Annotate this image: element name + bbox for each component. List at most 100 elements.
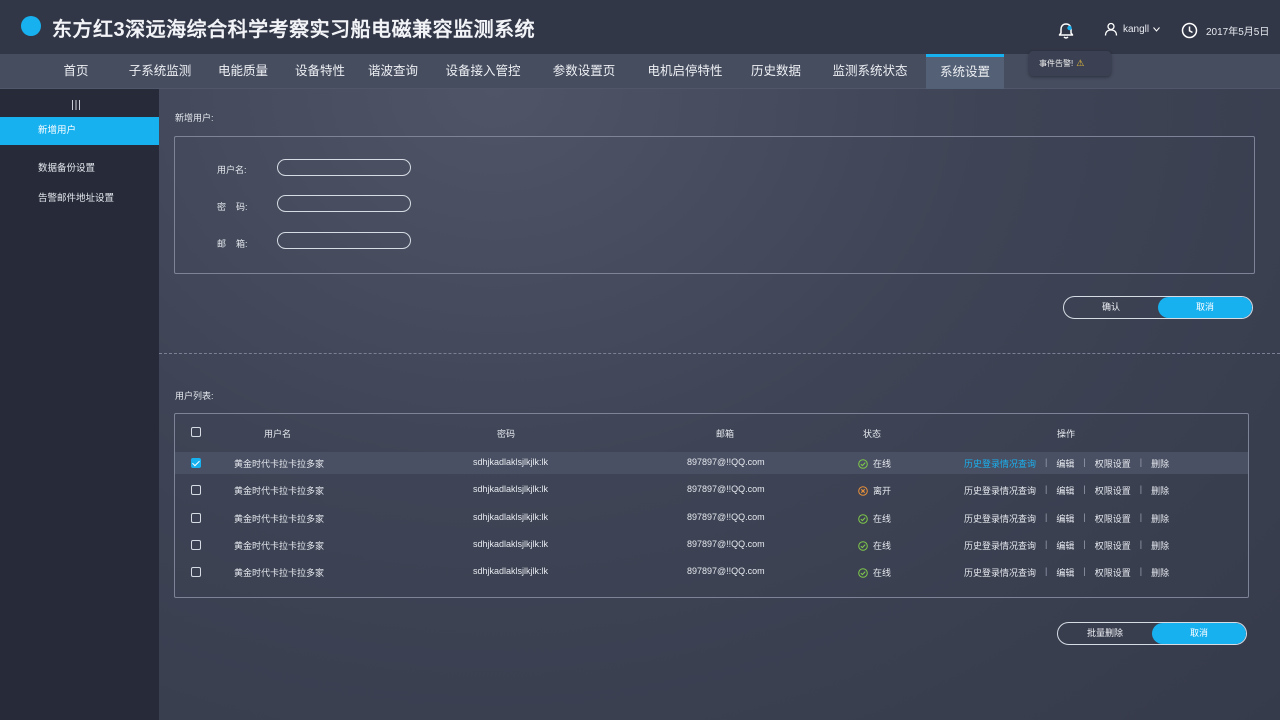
batch-delete-button[interactable]: 批量删除 — [1058, 623, 1152, 644]
row-email: 897897@!!QQ.com — [687, 484, 765, 494]
alert-tooltip-text: 事件告警! — [1039, 59, 1074, 68]
user-list-actions: 批量删除 取消 — [1057, 622, 1247, 645]
email-field-label: 邮 箱: — [217, 239, 248, 249]
sidebar-item-alert-email[interactable]: 告警邮件地址设置 — [0, 185, 159, 213]
tab-history[interactable]: 历史数据 — [746, 54, 806, 89]
password-input[interactable] — [277, 195, 411, 212]
new-user-form: 用户名: 密 码: 邮 箱: — [174, 136, 1255, 274]
online-check-icon — [858, 540, 868, 551]
header: 东方红3深远海综合科学考察实习船电磁兼容监测系统 kangll 2017年5月5… — [0, 0, 1280, 54]
row-status: 在线 — [858, 539, 891, 552]
tab-monitor-status[interactable]: 监测系统状态 — [826, 54, 914, 89]
row-username: 黄金时代卡拉卡拉多家 — [234, 486, 325, 496]
away-x-icon — [858, 485, 868, 496]
delete-link[interactable]: 删除 — [1151, 484, 1169, 497]
permissions-link[interactable]: 权限设置 — [1095, 512, 1131, 525]
row-checkbox[interactable] — [191, 567, 201, 577]
tab-device-characteristics[interactable]: 设备特性 — [291, 54, 349, 89]
confirm-button[interactable]: 确认 — [1064, 297, 1158, 318]
history-login-link[interactable]: 历史登录情况查询 — [964, 539, 1036, 552]
row-status: 在线 — [858, 512, 891, 525]
select-all-checkbox[interactable] — [191, 427, 201, 437]
cancel-button[interactable]: 取消 — [1158, 297, 1252, 318]
permissions-link[interactable]: 权限设置 — [1095, 566, 1131, 579]
row-checkbox[interactable] — [191, 540, 201, 550]
tab-subsystem[interactable]: 子系统监测 — [124, 54, 196, 89]
row-checkbox[interactable] — [191, 485, 201, 495]
table-row: 黄金时代卡拉卡拉多家 sdhjkadlaklsjlkjlk:lk 897897@… — [175, 507, 1248, 529]
history-login-link[interactable]: 历史登录情况查询 — [964, 457, 1036, 470]
delete-link[interactable]: 删除 — [1151, 512, 1169, 525]
section-divider — [159, 353, 1280, 354]
date-text: 2017年5月5日 — [1206, 27, 1270, 38]
tab-power-quality[interactable]: 电能质量 — [214, 54, 272, 89]
date-display: 2017年5月5日 — [1181, 22, 1269, 39]
logo-icon — [21, 16, 41, 36]
row-status: 在线 — [858, 457, 891, 470]
column-header-actions: 操作 — [1057, 429, 1076, 439]
edit-link[interactable]: 编辑 — [1056, 539, 1074, 552]
email-input[interactable] — [277, 232, 411, 249]
app-title: 东方红3深远海综合科学考察实习船电磁兼容监测系统 — [52, 19, 536, 41]
row-username: 黄金时代卡拉卡拉多家 — [234, 541, 325, 551]
edit-link[interactable]: 编辑 — [1056, 457, 1074, 470]
chevron-down-icon — [1153, 26, 1161, 32]
row-password: sdhjkadlaklsjlkjlk:lk — [473, 457, 549, 467]
permissions-link[interactable]: 权限设置 — [1095, 539, 1131, 552]
online-check-icon — [858, 567, 868, 578]
table-row: 黄金时代卡拉卡拉多家 sdhjkadlaklsjlkjlk:lk 897897@… — [175, 534, 1248, 556]
tab-device-access[interactable]: 设备接入管控 — [441, 54, 525, 89]
history-login-link[interactable]: 历史登录情况查询 — [964, 484, 1036, 497]
list-cancel-button[interactable]: 取消 — [1152, 623, 1246, 644]
user-menu[interactable]: kangll — [1104, 22, 1161, 36]
row-actions: 历史登录情况查询 | 编辑 | 权限设置 | 删除 — [964, 512, 1170, 525]
edit-link[interactable]: 编辑 — [1056, 512, 1074, 525]
row-password: sdhjkadlaklsjlkjlk:lk — [473, 539, 549, 549]
row-status-text: 在线 — [873, 541, 892, 551]
table-row: 黄金时代卡拉卡拉多家 sdhjkadlaklsjlkjlk:lk 897897@… — [175, 479, 1248, 501]
delete-link[interactable]: 删除 — [1151, 457, 1169, 470]
tab-harmonic-query[interactable]: 谐波查询 — [364, 54, 422, 89]
history-login-link[interactable]: 历史登录情况查询 — [964, 512, 1036, 525]
tab-home[interactable]: 首页 — [50, 54, 102, 89]
collapse-icon[interactable] — [71, 97, 81, 115]
row-checkbox[interactable] — [191, 458, 201, 468]
username-input[interactable] — [277, 159, 411, 176]
row-email: 897897@!!QQ.com — [687, 566, 765, 576]
row-username: 黄金时代卡拉卡拉多家 — [234, 459, 325, 469]
edit-link[interactable]: 编辑 — [1056, 566, 1074, 579]
sidebar-item-add-user[interactable]: 新增用户 — [0, 117, 159, 145]
table-row: 黄金时代卡拉卡拉多家 sdhjkadlaklsjlkjlk:lk 897897@… — [175, 452, 1248, 474]
row-actions: 历史登录情况查询 | 编辑 | 权限设置 | 删除 — [964, 539, 1170, 552]
row-email: 897897@!!QQ.com — [687, 539, 765, 549]
history-login-link[interactable]: 历史登录情况查询 — [964, 566, 1036, 579]
bell-icon[interactable] — [1056, 21, 1076, 41]
permissions-link[interactable]: 权限设置 — [1095, 457, 1131, 470]
sidebar: 新增用户 数据备份设置 告警邮件地址设置 — [0, 89, 159, 720]
edit-link[interactable]: 编辑 — [1056, 484, 1074, 497]
row-actions: 历史登录情况查询 | 编辑 | 权限设置 | 删除 — [964, 484, 1170, 497]
column-header-password: 密码 — [497, 429, 516, 439]
row-status-text: 离开 — [873, 486, 892, 496]
tab-parameter-settings[interactable]: 参数设置页 — [548, 54, 620, 89]
sidebar-item-backup[interactable]: 数据备份设置 — [0, 155, 159, 183]
username-field-label: 用户名: — [217, 165, 247, 175]
tab-system-settings[interactable]: 系统设置 — [926, 54, 1004, 89]
row-status-text: 在线 — [873, 459, 892, 469]
user-icon — [1104, 22, 1118, 36]
row-actions: 历史登录情况查询 | 编辑 | 权限设置 | 删除 — [964, 566, 1170, 579]
online-check-icon — [858, 513, 868, 524]
delete-link[interactable]: 删除 — [1151, 566, 1169, 579]
column-header-email: 邮箱 — [716, 429, 735, 439]
row-status: 离开 — [858, 484, 891, 497]
warning-icon: ⚠ — [1076, 58, 1085, 68]
row-checkbox[interactable] — [191, 513, 201, 523]
new-user-actions: 确认 取消 — [1063, 296, 1253, 319]
row-email: 897897@!!QQ.com — [687, 512, 765, 522]
row-status-text: 在线 — [873, 568, 892, 578]
column-header-username: 用户名 — [264, 429, 292, 439]
delete-link[interactable]: 删除 — [1151, 539, 1169, 552]
permissions-link[interactable]: 权限设置 — [1095, 484, 1131, 497]
row-status: 在线 — [858, 566, 891, 579]
tab-motor-start-stop[interactable]: 电机启停特性 — [642, 54, 728, 89]
